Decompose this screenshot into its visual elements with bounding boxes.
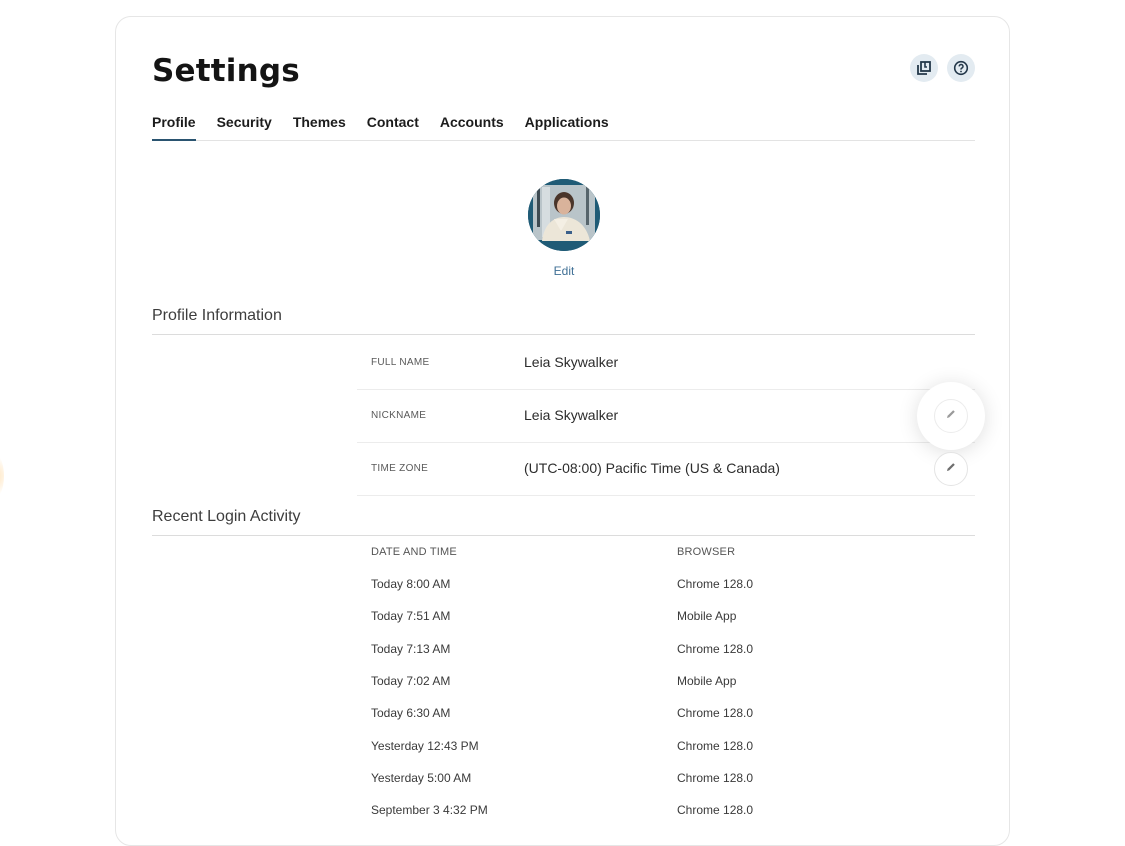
notes-button[interactable] xyxy=(910,54,938,82)
edit-nickname-button[interactable] xyxy=(934,399,968,433)
field-label: TIME ZONE xyxy=(371,463,429,474)
field-value: Leia Skywalker xyxy=(524,354,619,370)
field-row-time-zone: TIME ZONE (UTC-08:00) Pacific Time (US &… xyxy=(357,443,975,496)
login-datetime: September 3 4:32 PM xyxy=(371,803,488,818)
field-value: Leia Skywalker xyxy=(524,407,619,423)
edit-time-zone-button[interactable] xyxy=(934,452,968,486)
field-label: FULL NAME xyxy=(371,357,430,368)
edit-avatar-link[interactable]: Edit xyxy=(528,264,600,278)
settings-tabs: Profile Security Themes Contact Accounts… xyxy=(152,113,975,141)
avatar xyxy=(528,179,600,251)
tab-profile[interactable]: Profile xyxy=(152,113,196,141)
notes-stack-icon xyxy=(916,60,932,76)
field-value: (UTC-08:00) Pacific Time (US & Canada) xyxy=(524,460,780,476)
help-circle-icon xyxy=(953,60,969,76)
field-row-nickname: NICKNAME Leia Skywalker xyxy=(357,390,975,443)
login-browser: Chrome 128.0 xyxy=(677,577,754,591)
pencil-icon xyxy=(945,460,957,478)
login-browser: Mobile App xyxy=(677,609,737,624)
login-datetime: Yesterday 12:43 PM xyxy=(371,738,479,753)
login-datetime: Today 7:51 AM xyxy=(371,609,451,624)
login-datetime: Today 7:02 AM xyxy=(371,673,451,688)
column-header-browser: BROWSER xyxy=(677,546,736,558)
tab-applications[interactable]: Applications xyxy=(525,113,609,140)
login-browser: Chrome 128.0 xyxy=(677,738,754,753)
login-datetime: Today 6:30 AM xyxy=(371,706,451,721)
login-browser: Chrome 128.0 xyxy=(677,706,754,721)
login-browser: Mobile App xyxy=(677,673,737,688)
field-row-full-name: FULL NAME Leia Skywalker xyxy=(357,337,975,390)
edge-glow xyxy=(0,450,4,502)
tab-accounts[interactable]: Accounts xyxy=(440,113,504,140)
field-label: NICKNAME xyxy=(371,410,427,421)
login-datetime: Today 8:00 AM xyxy=(371,577,451,591)
column-header-date-time: DATE AND TIME xyxy=(371,546,457,558)
tab-themes[interactable]: Themes xyxy=(293,113,346,140)
page-title: Settings xyxy=(152,53,300,89)
tab-contact[interactable]: Contact xyxy=(367,113,419,140)
login-datetime: Today 7:13 AM xyxy=(371,641,451,656)
login-browser: Chrome 128.0 xyxy=(677,770,754,785)
settings-card: Settings Profile Security Themes Contact… xyxy=(115,16,1010,846)
login-browser: Chrome 128.0 xyxy=(677,641,754,656)
recent-login-activity-heading: Recent Login Activity xyxy=(152,508,975,536)
profile-information-heading: Profile Information xyxy=(152,307,975,335)
pencil-icon xyxy=(945,407,957,425)
help-button[interactable] xyxy=(947,54,975,82)
login-browser: Chrome 128.0 xyxy=(677,803,754,818)
avatar-photo xyxy=(528,179,600,251)
login-datetime: Yesterday 5:00 AM xyxy=(371,770,472,785)
tab-security[interactable]: Security xyxy=(217,113,272,140)
